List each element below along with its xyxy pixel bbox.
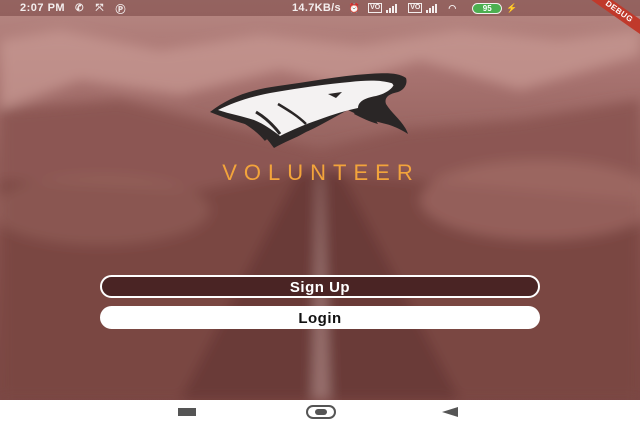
status-bar: 2:07 PM ✆ ⤧ Ⓟ 14.7KB/s ⏰ VO VO ◠ 95 ⚡ DE… xyxy=(0,0,640,37)
login-button[interactable]: Login xyxy=(100,306,540,329)
back-icon[interactable] xyxy=(442,407,458,417)
recent-apps-icon[interactable] xyxy=(178,408,196,416)
alarm-icon: ⏰ xyxy=(348,2,361,13)
status-time: 2:07 PM xyxy=(20,2,66,14)
battery-icon: 95 xyxy=(472,2,503,14)
volte-icon: VO xyxy=(368,3,383,13)
network-speed: 14.7KB/s xyxy=(292,2,341,14)
app-title: VOLUNTEER xyxy=(222,160,420,185)
p-app-icon: Ⓟ xyxy=(115,4,126,16)
sync-icon: ⤧ xyxy=(95,2,104,14)
volte-icon-2: VO xyxy=(408,3,423,13)
signal-icon xyxy=(386,3,398,13)
whatsapp-icon: ✆ xyxy=(75,2,84,14)
charging-icon: ⚡ xyxy=(506,2,518,13)
home-icon[interactable] xyxy=(306,405,336,419)
navigation-bar xyxy=(0,400,640,426)
signal-icon-2 xyxy=(426,3,438,13)
wolf-head-logo-icon xyxy=(208,68,413,150)
background-image xyxy=(0,0,640,400)
sign-up-button[interactable]: Sign Up xyxy=(100,275,540,298)
wifi-icon: ◠ xyxy=(448,2,457,13)
